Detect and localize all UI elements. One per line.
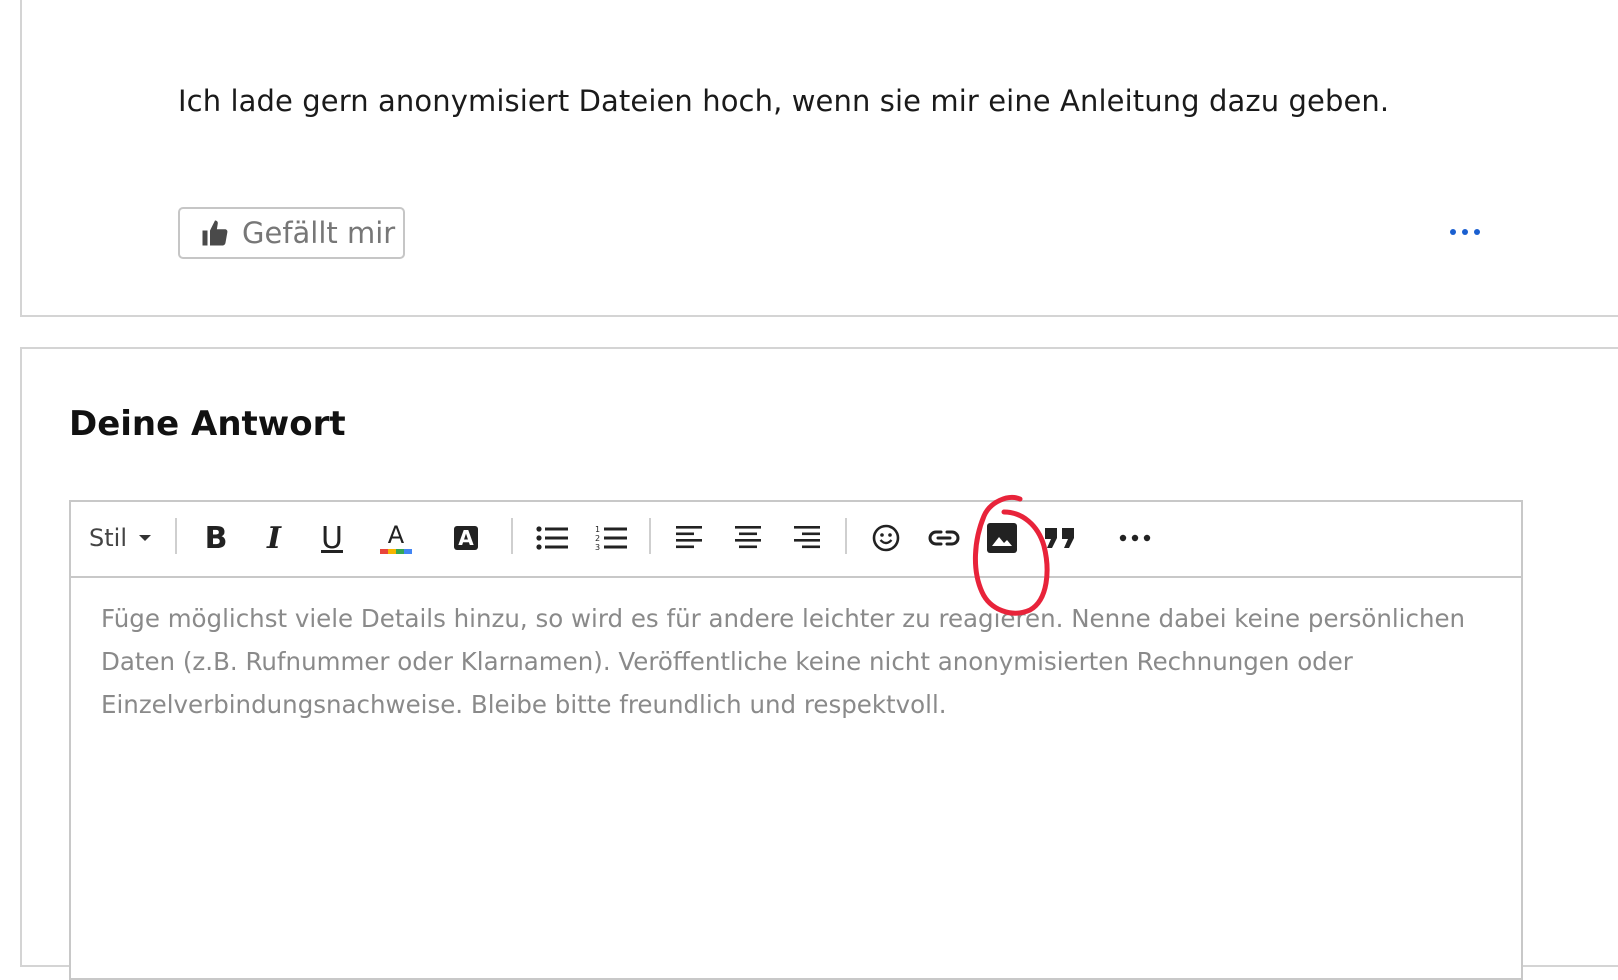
reply-editor: Stil B I U A A 1 2 3 Füge möglichst viel… [69,500,1523,980]
emoji-button[interactable] [867,518,905,558]
align-left-icon [676,526,702,549]
like-button[interactable]: Gefällt mir [178,207,405,259]
toolbar-divider [511,518,513,554]
align-center-button[interactable] [729,518,767,558]
blockquote-button[interactable] [1041,518,1079,558]
svg-text:1: 1 [595,525,600,534]
link-button[interactable] [925,518,963,558]
italic-button[interactable]: I [257,518,291,558]
numbered-list-icon: 1 2 3 [595,525,627,551]
svg-text:2: 2 [595,534,600,543]
align-center-icon [735,526,761,549]
underline-button[interactable]: U [315,518,349,558]
align-right-button[interactable] [787,518,825,558]
placeholder-line: Füge möglichst viele Details hinzu, so w… [101,604,1466,633]
italic-icon: I [266,520,282,556]
color-bar [380,548,412,554]
editor-toolbar: Stil B I U A A 1 2 3 [71,502,1521,578]
font-color-icon: A [387,520,405,549]
align-right-icon [794,526,820,549]
image-button[interactable] [983,518,1021,558]
style-dropdown[interactable]: Stil [89,518,159,558]
more-options-icon[interactable] [1450,222,1480,242]
post-body-text: Ich lade gern anonymisiert Dateien hoch,… [178,84,1390,118]
background-color-button[interactable]: A [449,518,483,558]
like-button-label: Gefällt mir [242,216,396,250]
bulleted-list-icon [536,526,568,550]
align-left-button[interactable] [671,518,709,558]
underline-icon: U [321,520,343,556]
background-color-icon: A [454,526,478,550]
post-card: Ich lade gern anonymisiert Dateien hoch,… [20,0,1618,317]
thumbs-up-icon [200,218,230,248]
image-icon [987,523,1017,553]
link-icon [928,530,960,546]
toolbar-divider [649,518,651,554]
style-dropdown-label: Stil [89,524,127,552]
more-tools-button[interactable] [1115,518,1155,558]
bold-icon: B [204,520,228,556]
more-horizontal-icon [1119,534,1151,542]
bold-button[interactable]: B [199,518,233,558]
numbered-list-button[interactable]: 1 2 3 [591,518,631,558]
toolbar-divider [175,518,177,554]
emoji-icon [872,524,900,552]
svg-text:3: 3 [595,543,600,551]
bulleted-list-button[interactable] [532,518,572,558]
font-color-button[interactable]: A [378,518,414,558]
placeholder-line: Daten (z.B. Rufnummer oder Klarnamen). V… [101,647,1353,676]
editor-placeholder[interactable]: Füge möglichst viele Details hinzu, so w… [101,597,1491,726]
placeholder-line: Einzelverbindungsnachweise. Bleibe bitte… [101,690,947,719]
toolbar-divider [845,518,847,554]
reply-heading: Deine Antwort [69,404,346,444]
chevron-down-icon [138,535,151,541]
blockquote-icon [1045,528,1074,548]
reply-card: Deine Antwort Stil B I U A A 1 2 3 Füge … [20,347,1618,980]
